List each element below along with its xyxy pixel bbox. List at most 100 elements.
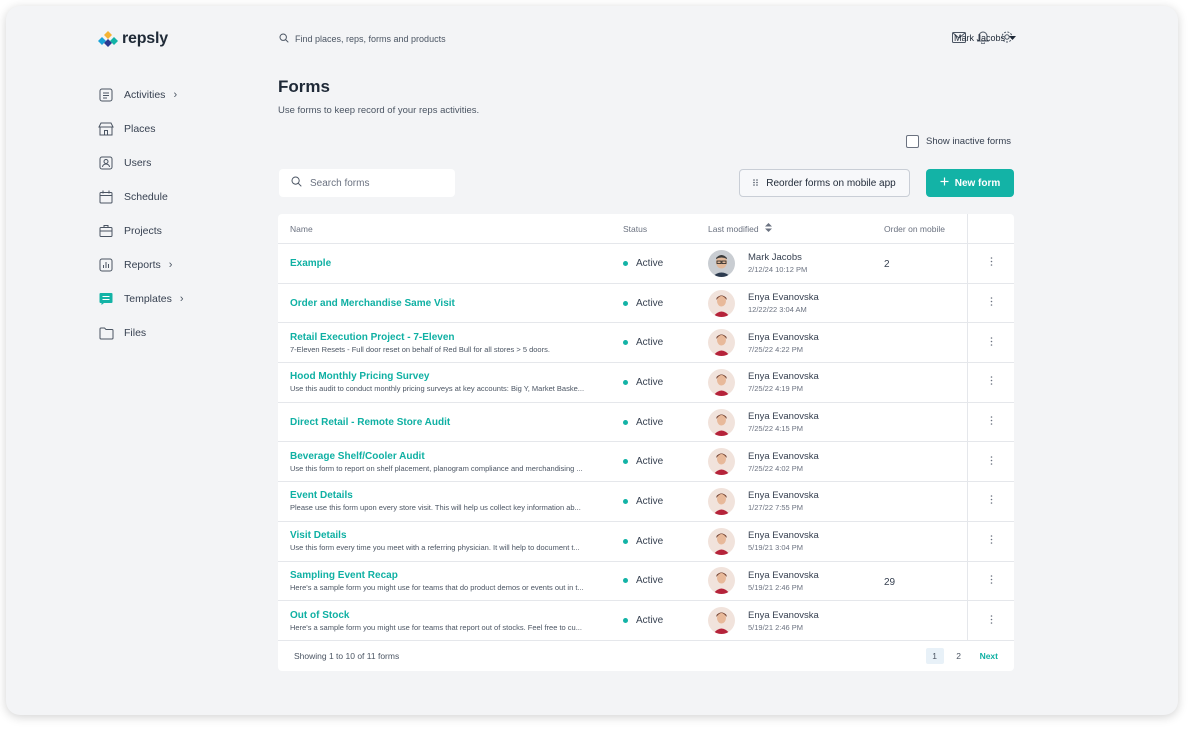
sidebar-item-projects[interactable]: Projects <box>98 214 248 248</box>
report-icon <box>98 257 114 273</box>
form-name-link[interactable]: Sampling Event Recap <box>290 570 623 581</box>
drag-handle-icon <box>753 178 759 189</box>
modified-user-name: Enya Evanovska <box>748 411 819 423</box>
last-modified-cell: Mark Jacobs 2/12/24 10:12 PM <box>708 249 872 277</box>
form-name-link[interactable]: Direct Retail - Remote Store Audit <box>290 417 623 428</box>
form-name-link[interactable]: Event Details <box>290 490 623 501</box>
form-name-cell: Direct Retail - Remote Store Audit <box>278 417 623 428</box>
form-description: Here's a sample form you might use for t… <box>290 622 582 632</box>
show-inactive-toggle[interactable]: Show inactive forms <box>906 135 1011 148</box>
form-description: Use this form every time you meet with a… <box>290 543 580 553</box>
status-dot-icon <box>623 498 628 504</box>
column-header-order[interactable]: Order on mobile <box>872 224 967 234</box>
reorder-forms-button[interactable]: Reorder forms on mobile app <box>739 169 910 197</box>
more-options-icon[interactable] <box>990 495 993 507</box>
status-cell: Active <box>623 456 708 467</box>
column-header-name[interactable]: Name <box>278 224 623 234</box>
more-options-icon[interactable] <box>990 336 993 349</box>
column-header-actions <box>967 213 1014 244</box>
modified-by: Enya Evanovska 1/27/22 7:55 PM <box>708 487 872 515</box>
more-options-icon[interactable] <box>990 455 993 468</box>
modified-user-name: Enya Evanovska <box>748 292 819 304</box>
modified-by: Enya Evanovska 5/19/21 2:46 PM <box>708 607 872 635</box>
status-badge: Active <box>623 536 708 547</box>
global-search[interactable]: Find places, reps, forms and products <box>279 33 446 45</box>
modified-user-name: Enya Evanovska <box>748 450 819 462</box>
row-actions-cell <box>967 363 1014 402</box>
status-dot-icon <box>623 419 628 425</box>
table-row[interactable]: Event Details Please use this form upon e… <box>278 482 1014 522</box>
modified-date: 12/22/22 3:04 AM <box>748 305 807 315</box>
sidebar-item-schedule[interactable]: Schedule <box>98 180 248 214</box>
avatar <box>708 448 735 476</box>
more-options-icon[interactable] <box>990 575 993 587</box>
sidebar-item-files[interactable]: Files <box>98 316 248 350</box>
table-row[interactable]: Direct Retail - Remote Store Audit Active… <box>278 402 1014 443</box>
form-name-cell: Order and Merchandise Same Visit <box>278 298 623 309</box>
table-row[interactable]: Sampling Event Recap Here's a sample form… <box>278 561 1014 602</box>
more-options-icon[interactable] <box>990 376 993 388</box>
form-name-cell: Beverage Shelf/Cooler Audit Use this form… <box>278 451 623 473</box>
avatar <box>708 329 735 357</box>
modified-date: 2/12/24 10:12 PM <box>748 265 808 275</box>
row-actions-cell <box>967 283 1014 323</box>
brand-logo[interactable]: repsly <box>98 30 168 48</box>
more-options-icon[interactable] <box>990 614 993 627</box>
sidebar-item-label: Places <box>124 123 156 135</box>
form-name-link[interactable]: Order and Merchandise Same Visit <box>290 298 623 309</box>
more-options-icon[interactable] <box>990 257 993 269</box>
table-footer: Showing 1 to 10 of 11 forms 1 2 Next <box>278 641 1014 671</box>
user-menu[interactable]: Mark Jacobs <box>954 33 1017 43</box>
avatar <box>708 487 735 515</box>
more-options-icon[interactable] <box>990 297 993 309</box>
status-dot-icon <box>623 459 628 465</box>
status-dot-icon <box>623 618 628 624</box>
table-row[interactable]: Out of Stock Here's a sample form you mig… <box>278 601 1014 641</box>
more-options-icon[interactable] <box>990 416 993 428</box>
form-description: Use this audit to conduct monthly pricin… <box>290 384 585 394</box>
status-label: Active <box>636 615 664 627</box>
new-form-button[interactable]: New form <box>926 169 1014 197</box>
form-name-link[interactable]: Beverage Shelf/Cooler Audit <box>290 451 623 462</box>
sidebar-item-label: Activities <box>124 89 166 101</box>
page-subtitle: Use forms to keep record of your reps ac… <box>278 105 480 116</box>
show-inactive-checkbox[interactable] <box>906 135 919 148</box>
forms-search-input[interactable]: Search forms <box>279 169 455 197</box>
modified-user-name: Mark Jacobs <box>748 252 802 264</box>
form-name-link[interactable]: Visit Details <box>290 530 623 541</box>
sidebar-item-users[interactable]: Users <box>98 146 248 180</box>
sidebar: Activities › Places Users Schedule Proje… <box>98 78 248 350</box>
status-dot-icon <box>623 340 628 346</box>
more-options-icon[interactable] <box>990 535 993 547</box>
form-name-link[interactable]: Example <box>290 258 623 269</box>
column-header-status[interactable]: Status <box>623 224 708 234</box>
row-actions-cell <box>967 482 1014 521</box>
table-row[interactable]: Hood Monthly Pricing Survey Use this audi… <box>278 363 1014 403</box>
table-row[interactable]: Visit Details Use this form every time yo… <box>278 521 1014 562</box>
page-button-1[interactable]: 1 <box>925 647 944 664</box>
form-name-link[interactable]: Hood Monthly Pricing Survey <box>290 371 623 382</box>
status-label: Active <box>636 416 664 428</box>
table-row[interactable]: Beverage Shelf/Cooler Audit Use this form… <box>278 442 1014 483</box>
form-name-link[interactable]: Out of Stock <box>290 610 623 621</box>
sidebar-item-places[interactable]: Places <box>98 112 248 146</box>
status-badge: Active <box>623 575 708 586</box>
status-cell: Active <box>623 575 708 586</box>
show-inactive-label: Show inactive forms <box>926 136 1012 147</box>
forms-table: Name Status Last modified Order on mobil… <box>278 213 1014 671</box>
sort-icon[interactable] <box>764 223 772 234</box>
next-page-link[interactable]: Next <box>980 651 998 661</box>
table-row[interactable]: Example Active Mark Jacobs 2/12/24 10:12 PM… <box>278 244 1014 284</box>
form-description: Here's a sample form you might use for t… <box>290 582 584 592</box>
column-header-last-modified[interactable]: Last modified <box>708 223 872 234</box>
sidebar-item-activities[interactable]: Activities › <box>98 78 248 112</box>
sidebar-item-reports[interactable]: Reports › <box>98 248 248 282</box>
table-row[interactable]: Retail Execution Project - 7-Eleven 7-Ele… <box>278 323 1014 364</box>
sidebar-item-templates[interactable]: Templates › <box>98 282 248 316</box>
form-name-link[interactable]: Retail Execution Project - 7-Eleven <box>290 332 623 343</box>
repsly-logo-icon <box>98 30 118 48</box>
page-button-2[interactable]: 2 <box>950 648 968 664</box>
sidebar-item-label: Files <box>124 327 147 339</box>
avatar <box>708 249 735 277</box>
table-row[interactable]: Order and Merchandise Same Visit Active En… <box>278 283 1014 324</box>
